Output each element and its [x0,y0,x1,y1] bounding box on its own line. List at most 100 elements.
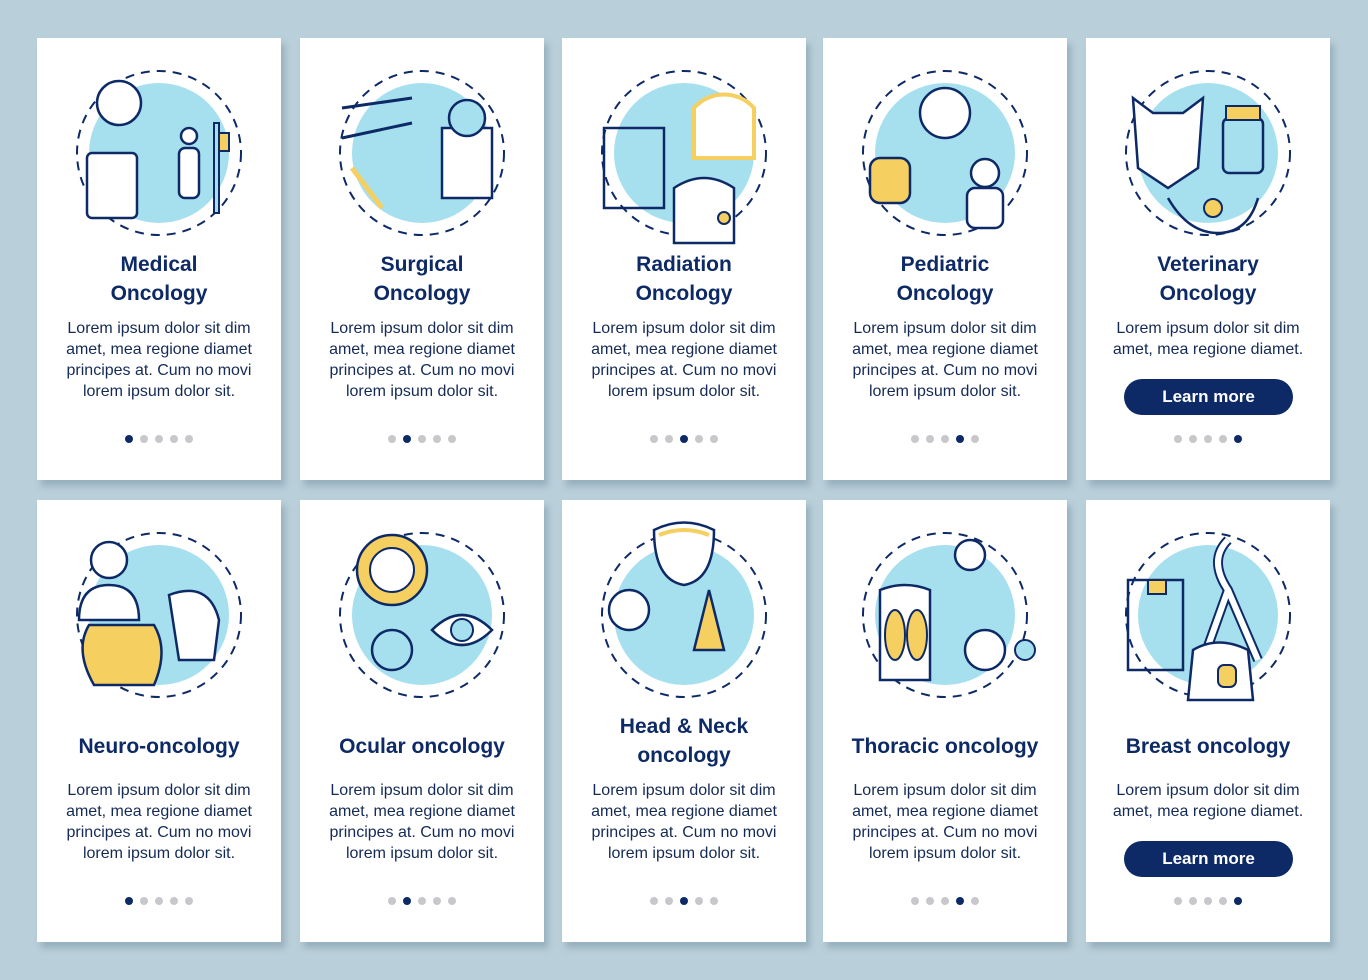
card-description-line: amet, mea regione diamet. [1112,803,1304,820]
card-title: Medical Oncology [37,250,281,308]
card-description-line: amet, mea regione diamet [852,341,1038,358]
pagination-dot[interactable] [448,897,456,905]
pagination-dot[interactable] [140,897,148,905]
onboarding-card-surgical-oncology: Surgical Oncology Lorem ipsum dolor sit di… [300,38,544,480]
pagination-dot[interactable] [448,435,456,443]
pagination-dot[interactable] [695,435,703,443]
pagination-dot[interactable] [185,897,193,905]
pagination-dot[interactable] [433,435,441,443]
pagination-dot[interactable] [185,435,193,443]
pagination-dot[interactable] [926,897,934,905]
pagination-dot-active[interactable] [403,897,411,905]
pagination-dot[interactable] [911,435,919,443]
pagination-dot[interactable] [650,897,658,905]
pagination-dot-active[interactable] [125,435,133,443]
neuro-oncology-icon [59,520,259,710]
card-description: Lorem ipsum dolor sit dim amet, mea regio… [51,780,267,864]
card-description-line: principes at. Cum no movi [852,824,1038,841]
card-description-line: Lorem ipsum dolor sit dim [67,782,251,799]
veterinary-oncology-icon [1108,58,1308,248]
card-title: Neuro-oncology [37,732,281,761]
card-title: Veterinary Oncology [1086,250,1330,308]
pagination-dot-active[interactable] [956,897,964,905]
pagination-dot[interactable] [971,897,979,905]
pagination-dot[interactable] [418,897,426,905]
card-description-line: lorem ipsum dolor sit. [82,845,236,862]
pagination-dot[interactable] [665,435,673,443]
card-description-line: lorem ipsum dolor sit. [868,383,1022,400]
pagination-dot-active[interactable] [680,435,688,443]
pagination-dot[interactable] [710,897,718,905]
pagination-dot[interactable] [926,435,934,443]
card-description-line: amet, mea regione diamet [66,341,252,358]
card-title: Surgical Oncology [300,250,544,308]
card-title-line: Head & Neck [619,715,749,738]
card-description: Lorem ipsum dolor sit dim amet, mea regio… [576,318,792,402]
pagination-dot[interactable] [1189,435,1197,443]
card-title-line: Oncology [635,282,733,305]
pagination-dot[interactable] [1204,435,1212,443]
pagination-dot[interactable] [650,435,658,443]
pagination-dot[interactable] [155,897,163,905]
card-description-line: principes at. Cum no movi [66,362,252,379]
pagination-dot-active[interactable] [403,435,411,443]
pagination-dot[interactable] [911,897,919,905]
onboarding-card-radiation-oncology: Radiation Oncology Lorem ipsum dolor sit d… [562,38,806,480]
card-description-line: amet, mea regione diamet. [1112,341,1304,358]
card-description-line: principes at. Cum no movi [591,362,777,379]
learn-more-button[interactable]: Learn more [1124,379,1293,415]
card-description-line: Lorem ipsum dolor sit dim [592,320,776,337]
pagination-dot[interactable] [388,897,396,905]
card-description-line: amet, mea regione diamet [66,803,252,820]
pagination-dot[interactable] [155,435,163,443]
onboarding-card-breast-oncology: Breast oncology Lorem ipsum dolor sit dim… [1086,500,1330,942]
pagination-dot[interactable] [1174,435,1182,443]
card-title-line: Thoracic oncology [851,735,1039,758]
pagination-dot-active[interactable] [680,897,688,905]
pagination-dot-active[interactable] [1234,435,1242,443]
card-description-line: amet, mea regione diamet [329,803,515,820]
card-description-line: amet, mea regione diamet [329,341,515,358]
pagination-dot[interactable] [1189,897,1197,905]
pagination-dot-active[interactable] [956,435,964,443]
pagination-dot[interactable] [941,897,949,905]
card-description-line: principes at. Cum no movi [66,824,252,841]
pagination-dot[interactable] [433,897,441,905]
pagination-dot[interactable] [695,897,703,905]
card-description-line: Lorem ipsum dolor sit dim [1116,320,1300,337]
card-description: Lorem ipsum dolor sit dim amet, mea regio… [1100,318,1316,360]
pagination-dot-active[interactable] [125,897,133,905]
card-description-line: Lorem ipsum dolor sit dim [853,320,1037,337]
onboarding-card-pediatric-oncology: Pediatric Oncology Lorem ipsum dolor sit d… [823,38,1067,480]
pagination-dots [1086,435,1330,443]
pagination-dot[interactable] [170,435,178,443]
card-description-line: principes at. Cum no movi [591,824,777,841]
onboarding-card-neuro-oncology: Neuro-oncology Lorem ipsum dolor sit dim a… [37,500,281,942]
learn-more-button[interactable]: Learn more [1124,841,1293,877]
pagination-dot-active[interactable] [1234,897,1242,905]
pagination-dot[interactable] [710,435,718,443]
card-title: Head & Neck oncology [562,712,806,770]
pediatric-oncology-icon [845,58,1045,248]
pagination-dot[interactable] [1219,897,1227,905]
pagination-dot[interactable] [418,435,426,443]
pagination-dots [562,435,806,443]
pagination-dot[interactable] [1219,435,1227,443]
pagination-dot[interactable] [971,435,979,443]
radiation-oncology-icon [584,58,784,248]
card-description-line: lorem ipsum dolor sit. [868,845,1022,862]
card-title-line: Veterinary [1157,253,1259,276]
pagination-dot[interactable] [1204,897,1212,905]
pagination-dot[interactable] [140,435,148,443]
pagination-dot[interactable] [170,897,178,905]
card-description-line: amet, mea regione diamet [591,803,777,820]
card-description-line: Lorem ipsum dolor sit dim [330,320,514,337]
head-neck-oncology-icon [584,520,784,710]
pagination-dot[interactable] [388,435,396,443]
card-description-line: Lorem ipsum dolor sit dim [330,782,514,799]
pagination-dot[interactable] [665,897,673,905]
pagination-dots [823,897,1067,905]
onboarding-card-medical-oncology: Medical Oncology Lorem ipsum dolor sit dim… [37,38,281,480]
pagination-dot[interactable] [941,435,949,443]
pagination-dot[interactable] [1174,897,1182,905]
